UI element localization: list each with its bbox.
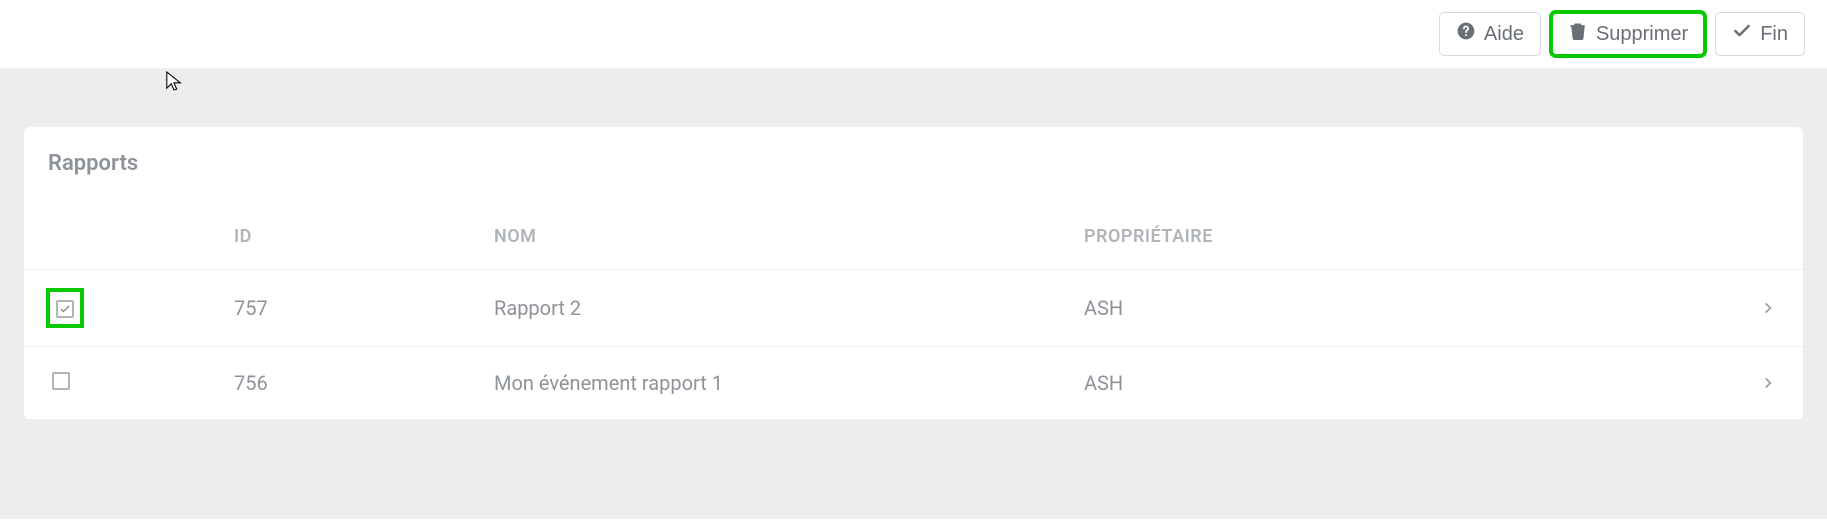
reports-card: Rapports ID NOM PROPRIÉTAIRE 757Rapport … — [24, 127, 1803, 420]
row-id: 756 — [224, 347, 484, 420]
row-checkbox[interactable] — [56, 300, 74, 318]
chevron-right-icon[interactable] — [1723, 270, 1803, 347]
row-name: Rapport 2 — [484, 270, 1074, 347]
chevron-right-icon[interactable] — [1723, 347, 1803, 420]
help-icon — [1456, 21, 1476, 47]
col-header-arrow — [1723, 212, 1803, 270]
page-body: Rapports ID NOM PROPRIÉTAIRE 757Rapport … — [0, 69, 1827, 519]
help-label: Aide — [1484, 23, 1524, 46]
table-row[interactable]: 757Rapport 2ASH — [24, 270, 1803, 347]
row-owner: ASH — [1074, 270, 1723, 347]
row-checkbox[interactable] — [52, 372, 70, 390]
col-header-owner: PROPRIÉTAIRE — [1074, 212, 1723, 270]
table-row[interactable]: 756Mon événement rapport 1ASH — [24, 347, 1803, 420]
trash-icon — [1568, 21, 1588, 47]
col-header-id: ID — [224, 212, 484, 270]
reports-table: ID NOM PROPRIÉTAIRE 757Rapport 2ASH756Mo… — [24, 212, 1803, 420]
row-name: Mon événement rapport 1 — [484, 347, 1074, 420]
row-owner: ASH — [1074, 347, 1723, 420]
col-header-name: NOM — [484, 212, 1074, 270]
toolbar: Aide Supprimer Fin — [0, 0, 1827, 69]
row-id: 757 — [224, 270, 484, 347]
card-title: Rapports — [24, 151, 1803, 212]
check-icon — [1732, 21, 1752, 47]
finish-label: Fin — [1760, 23, 1788, 46]
help-button[interactable]: Aide — [1439, 12, 1541, 56]
delete-label: Supprimer — [1596, 23, 1688, 46]
delete-button[interactable]: Supprimer — [1551, 12, 1705, 56]
finish-button[interactable]: Fin — [1715, 12, 1805, 56]
col-header-checkbox — [24, 212, 224, 270]
